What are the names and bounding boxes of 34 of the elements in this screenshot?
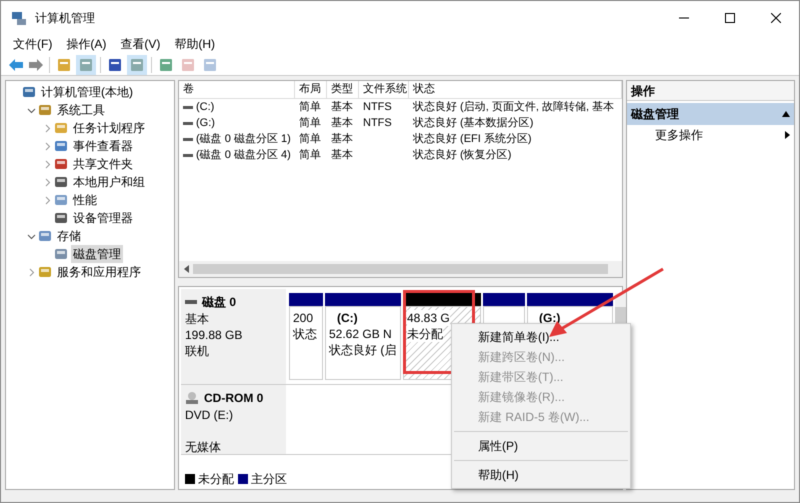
table-cell: 简单 — [299, 116, 321, 129]
table-cell: 状态良好 (启动, 页面文件, 故障转储, 基本 — [413, 100, 614, 113]
disk-info: 无媒体 — [185, 439, 222, 455]
table-cell: NTFS — [363, 116, 392, 129]
disk-info: DVD (E:) — [185, 407, 234, 423]
legend-label: 主分区 — [251, 471, 287, 488]
disk-name: CD-ROM 0 — [204, 390, 264, 407]
table-cell: 基本 — [331, 116, 353, 129]
actions-header: 操作 — [627, 81, 794, 101]
disk-info: 联机 — [185, 343, 210, 359]
table-cell: 状态良好 (EFI 系统分区) — [413, 132, 532, 145]
table-cell: NTFS — [363, 100, 392, 113]
table-cell-text: (磁盘 0 磁盘分区 4) — [196, 148, 291, 163]
table-cell-text: (磁盘 0 磁盘分区 1) — [196, 132, 291, 147]
table-cell: 状态良好 (恢复分区) — [413, 148, 512, 161]
table-cell: 基本 — [331, 132, 353, 145]
partition-info: 48.83 G — [407, 310, 450, 326]
partition-info: 状态 — [293, 326, 317, 342]
table-cell: 简单 — [299, 100, 321, 113]
table-cell: 基本 — [331, 148, 353, 161]
partition-info: 状态良好 (启 — [329, 342, 396, 358]
table-cell-text: (G:) — [196, 116, 215, 131]
disk-info: 基本 — [185, 311, 210, 327]
table-cell: 简单 — [299, 148, 321, 161]
table-cell-text: (C:) — [196, 100, 214, 115]
disk-name: 磁盘 0 — [202, 294, 236, 311]
disk-info: 199.88 GB — [185, 327, 244, 343]
legend-label: 未分配 — [198, 471, 234, 488]
partition-info: 未分配 — [407, 326, 443, 342]
table-cell: 状态良好 (基本数据分区) — [413, 116, 534, 129]
table-cell: 简单 — [299, 132, 321, 145]
table-cell: 基本 — [331, 100, 353, 113]
partition-title: (C:) — [336, 310, 359, 326]
window-title: 计算机管理 — [35, 10, 95, 26]
